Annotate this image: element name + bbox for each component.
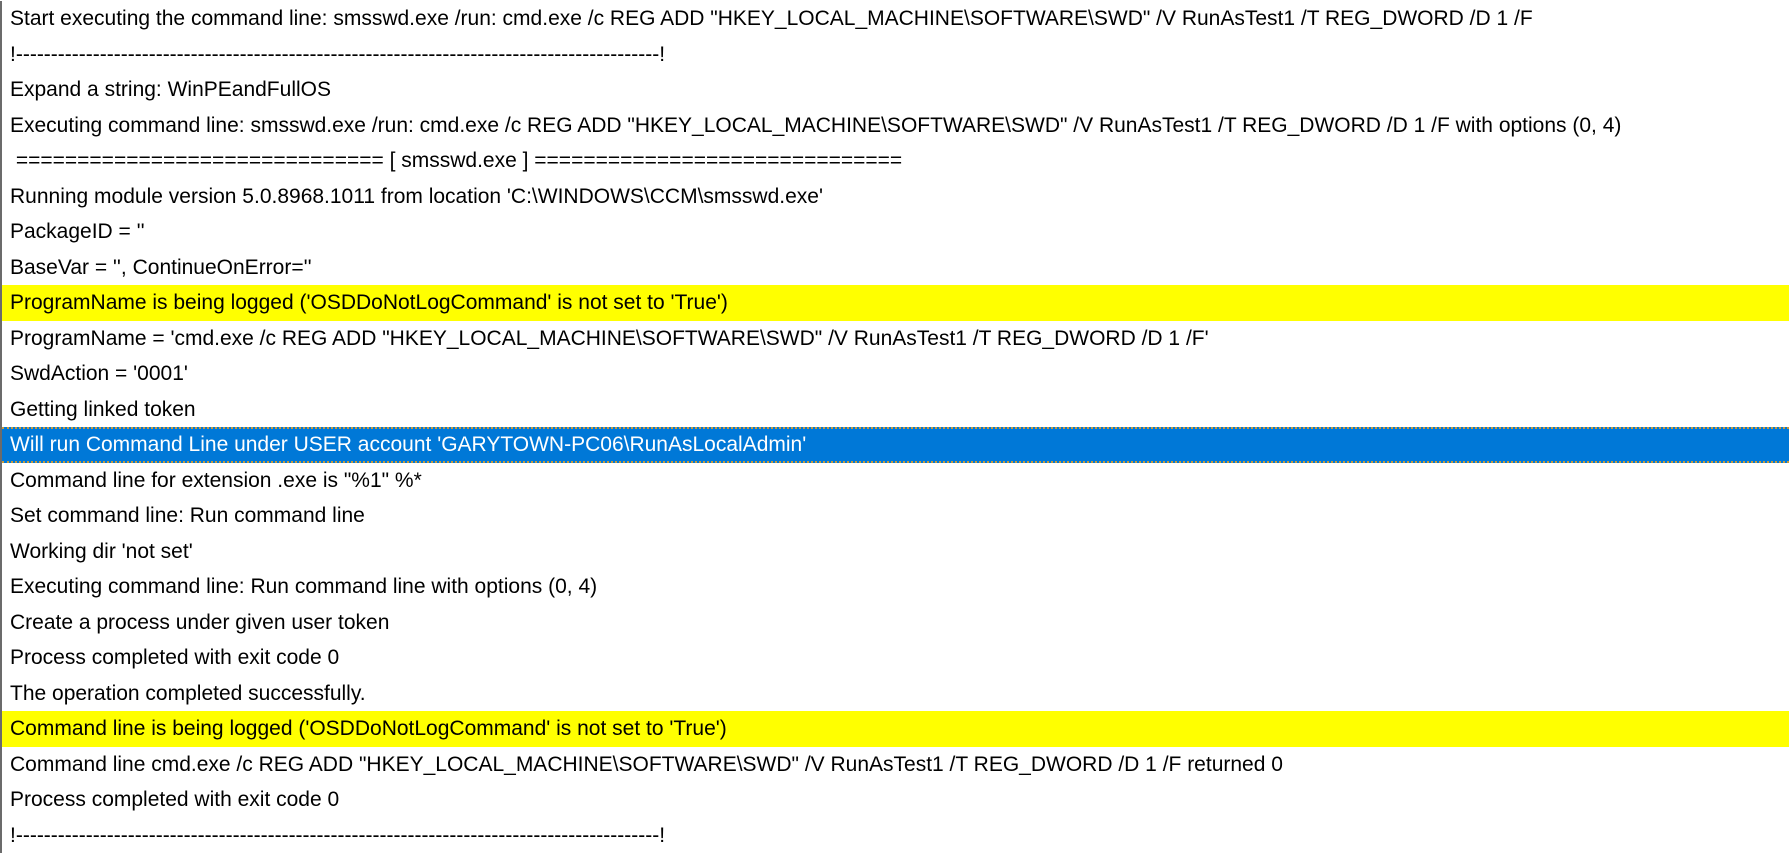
log-row[interactable]: Command line for extension .exe is "%1" …	[2, 463, 1789, 499]
log-row[interactable]: Start executing the command line: smsswd…	[2, 1, 1789, 37]
log-list[interactable]: Start executing the command line: smsswd…	[0, 1, 1789, 853]
log-row[interactable]: ============================== [ smsswd.…	[2, 143, 1789, 179]
log-row-highlighted[interactable]: ProgramName is being logged ('OSDDoNotLo…	[2, 285, 1789, 321]
log-row[interactable]: BaseVar = '', ContinueOnError=''	[2, 250, 1789, 286]
log-row[interactable]: Running module version 5.0.8968.1011 fro…	[2, 179, 1789, 215]
log-row[interactable]: !---------------------------------------…	[2, 818, 1789, 853]
log-row[interactable]: SwdAction = '0001'	[2, 356, 1789, 392]
log-row[interactable]: Process completed with exit code 0	[2, 782, 1789, 818]
log-row[interactable]: !---------------------------------------…	[2, 37, 1789, 73]
log-row[interactable]: Set command line: Run command line	[2, 498, 1789, 534]
log-row-highlighted[interactable]: Command line is being logged ('OSDDoNotL…	[2, 711, 1789, 747]
log-row[interactable]: Working dir 'not set'	[2, 534, 1789, 570]
log-row[interactable]: The operation completed successfully.	[2, 676, 1789, 712]
log-row[interactable]: Expand a string: WinPEandFullOS	[2, 72, 1789, 108]
log-row[interactable]: PackageID = ''	[2, 214, 1789, 250]
log-row-selected[interactable]: Will run Command Line under USER account…	[2, 427, 1789, 463]
log-row[interactable]: ProgramName = 'cmd.exe /c REG ADD "HKEY_…	[2, 321, 1789, 357]
log-row[interactable]: Command line cmd.exe /c REG ADD "HKEY_LO…	[2, 747, 1789, 783]
log-row[interactable]: Getting linked token	[2, 392, 1789, 428]
log-row[interactable]: Create a process under given user token	[2, 605, 1789, 641]
log-row[interactable]: Process completed with exit code 0	[2, 640, 1789, 676]
log-row[interactable]: Executing command line: Run command line…	[2, 569, 1789, 605]
log-row[interactable]: Executing command line: smsswd.exe /run:…	[2, 108, 1789, 144]
